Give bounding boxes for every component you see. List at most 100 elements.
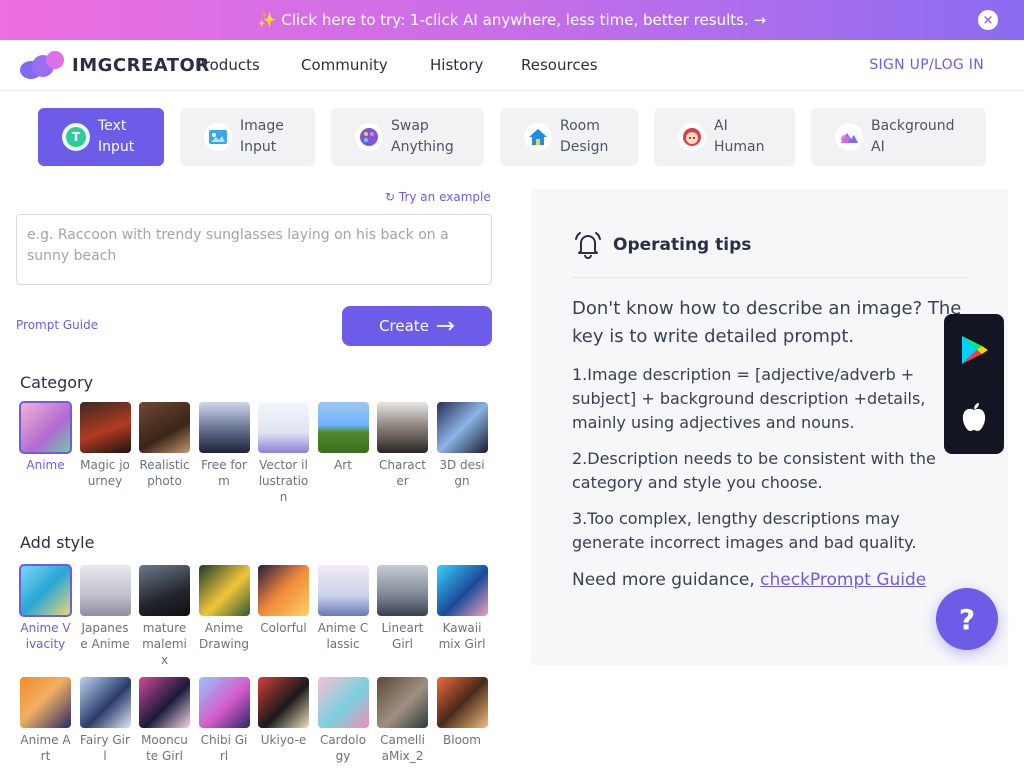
category-label: Realistic photo — [139, 458, 190, 488]
style-label: Kawaii mix Girl — [438, 621, 486, 651]
tab-swap-anything[interactable]: Swap Anything — [331, 108, 484, 166]
style-option[interactable]: Colorful — [258, 565, 309, 636]
tips-more: Need more guidance, checkPrompt Guide — [572, 567, 964, 593]
logo[interactable]: IMGCREATOR — [20, 51, 210, 79]
prompt-guide-link[interactable]: Prompt Guide — [16, 318, 98, 332]
apple-icon[interactable] — [961, 402, 987, 432]
style-option[interactable]: Bloom — [436, 677, 488, 748]
tab-label: Text Input — [98, 118, 135, 155]
tip-3: 3.Too complex, lengthy descriptions may … — [572, 509, 917, 552]
style-thumbnail-image — [377, 677, 428, 728]
category-option[interactable]: Anime — [19, 401, 72, 473]
signup-login-link[interactable]: SIGN UP/LOG IN — [869, 57, 984, 73]
tips-more-prefix: Need more guidance, — [572, 570, 761, 590]
category-option[interactable]: Free form — [198, 402, 250, 489]
tab-label: Image Input — [240, 118, 284, 155]
style-option[interactable]: Kawaii mix Girl — [436, 565, 488, 652]
promo-banner-text[interactable]: ✨ Click here to try: 1-click AI anywhere… — [258, 11, 766, 29]
tips-lead: Don't know how to describe an image? The… — [572, 298, 962, 347]
style-thumbnail-image — [20, 677, 71, 728]
tips-title: Operating tips — [613, 235, 752, 255]
style-label: Bloom — [443, 733, 481, 747]
tab-background-ai[interactable]: Background AI — [811, 108, 986, 166]
category-label: Magic journey — [80, 458, 130, 488]
prompt-input[interactable] — [16, 214, 492, 285]
try-example-link[interactable]: ↻ Try an example — [385, 190, 491, 204]
nav-resources[interactable]: Resources — [521, 56, 598, 74]
style-option[interactable]: Anime Classic — [317, 565, 369, 652]
category-thumbnail-image — [436, 402, 488, 453]
tab-image-input[interactable]: Image Input — [180, 108, 315, 166]
style-option[interactable]: CamelliaMix_2 — [377, 677, 428, 764]
style-option[interactable]: Chibi Girl — [198, 677, 250, 764]
tab-room-design[interactable]: Room Design — [500, 108, 638, 166]
category-thumbnail-image — [198, 402, 250, 453]
style-thumbnail-image — [436, 565, 488, 616]
close-icon[interactable]: × — [978, 10, 998, 30]
category-label: Free form — [201, 458, 247, 488]
divider — [572, 277, 968, 278]
style-thumbnail-image — [258, 677, 309, 728]
style-option[interactable]: Anime Vivacity — [19, 564, 72, 652]
google-play-icon[interactable] — [960, 334, 990, 366]
promo-banner[interactable]: ✨ Click here to try: 1-click AI anywhere… — [0, 0, 1024, 40]
style-option[interactable]: Ukiyo-e — [258, 677, 309, 748]
style-thumbnail-image — [198, 677, 250, 728]
nav-products[interactable]: Products — [195, 56, 260, 74]
style-thumbnail-image — [436, 677, 488, 728]
style-option[interactable]: Japanese Anime — [79, 565, 131, 652]
operating-tips-panel: Operating tips Don't know how to describ… — [531, 189, 1008, 665]
logo-text: IMGCREATOR — [72, 54, 210, 76]
style-thumbnail-image — [258, 565, 309, 616]
style-option[interactable]: Cardology — [317, 677, 369, 764]
create-button-label: Create — [379, 317, 429, 335]
style-label: mature malemix — [142, 621, 187, 667]
style-option[interactable]: Anime Drawing — [198, 565, 250, 652]
style-option[interactable]: Mooncute Girl — [139, 677, 190, 764]
nav-community[interactable]: Community — [301, 56, 388, 74]
style-label: Anime Classic — [317, 621, 369, 651]
style-label: Ukiyo-e — [260, 733, 307, 747]
tip-1: 1.Image description = [adjective/adverb … — [572, 365, 926, 432]
nav-history[interactable]: History — [430, 56, 483, 74]
category-option[interactable]: Vector illustration — [258, 402, 309, 505]
style-thumbnail-image — [19, 564, 72, 617]
image-input-icon — [204, 123, 232, 151]
style-label: Anime Vivacity — [20, 621, 71, 651]
tab-text-input[interactable]: T Text Input — [38, 108, 164, 166]
top-nav: IMGCREATOR Products Community History Re… — [0, 40, 1024, 91]
style-label: Lineart Girl — [381, 621, 424, 651]
style-label: Mooncute Girl — [141, 733, 188, 763]
prompt-guide-link-2[interactable]: checkPrompt Guide — [760, 570, 926, 590]
tab-label: Swap Anything — [391, 118, 454, 155]
style-label: Fairy Girl — [80, 733, 130, 763]
tab-label: Room Design — [560, 118, 609, 155]
style-option[interactable]: Fairy Girl — [79, 677, 131, 764]
category-thumbnail-image — [377, 402, 428, 453]
tab-label: AI Human — [714, 118, 765, 155]
help-button[interactable]: ? — [936, 588, 998, 650]
category-option[interactable]: 3D design — [436, 402, 488, 489]
style-option[interactable]: Anime Art — [20, 677, 71, 764]
style-label: Anime Drawing — [199, 621, 249, 651]
category-option[interactable]: Art — [317, 402, 369, 473]
category-label: Character — [379, 458, 426, 488]
style-option[interactable]: Lineart Girl — [377, 565, 428, 652]
category-label: 3D design — [439, 458, 485, 488]
category-option[interactable]: Character — [377, 402, 428, 489]
category-label: Anime — [26, 458, 65, 472]
style-label: CamelliaMix_2 — [380, 733, 425, 763]
tab-ai-human[interactable]: AI Human — [654, 108, 795, 166]
style-label: Cardology — [319, 733, 367, 763]
category-option[interactable]: Realistic photo — [139, 402, 190, 489]
app-download-panel — [944, 314, 1004, 454]
style-thumbnail-image — [79, 677, 131, 728]
style-label: Japanese Anime — [80, 621, 130, 651]
ai-human-icon — [678, 123, 706, 151]
category-option[interactable]: Magic journey — [79, 402, 131, 489]
logo-icon — [20, 51, 66, 79]
style-option[interactable]: mature malemix — [139, 565, 190, 668]
tip-2: 2.Description needs to be consistent wit… — [572, 449, 936, 492]
tips-header: Operating tips — [573, 231, 751, 259]
create-button[interactable]: Create — [342, 306, 492, 346]
